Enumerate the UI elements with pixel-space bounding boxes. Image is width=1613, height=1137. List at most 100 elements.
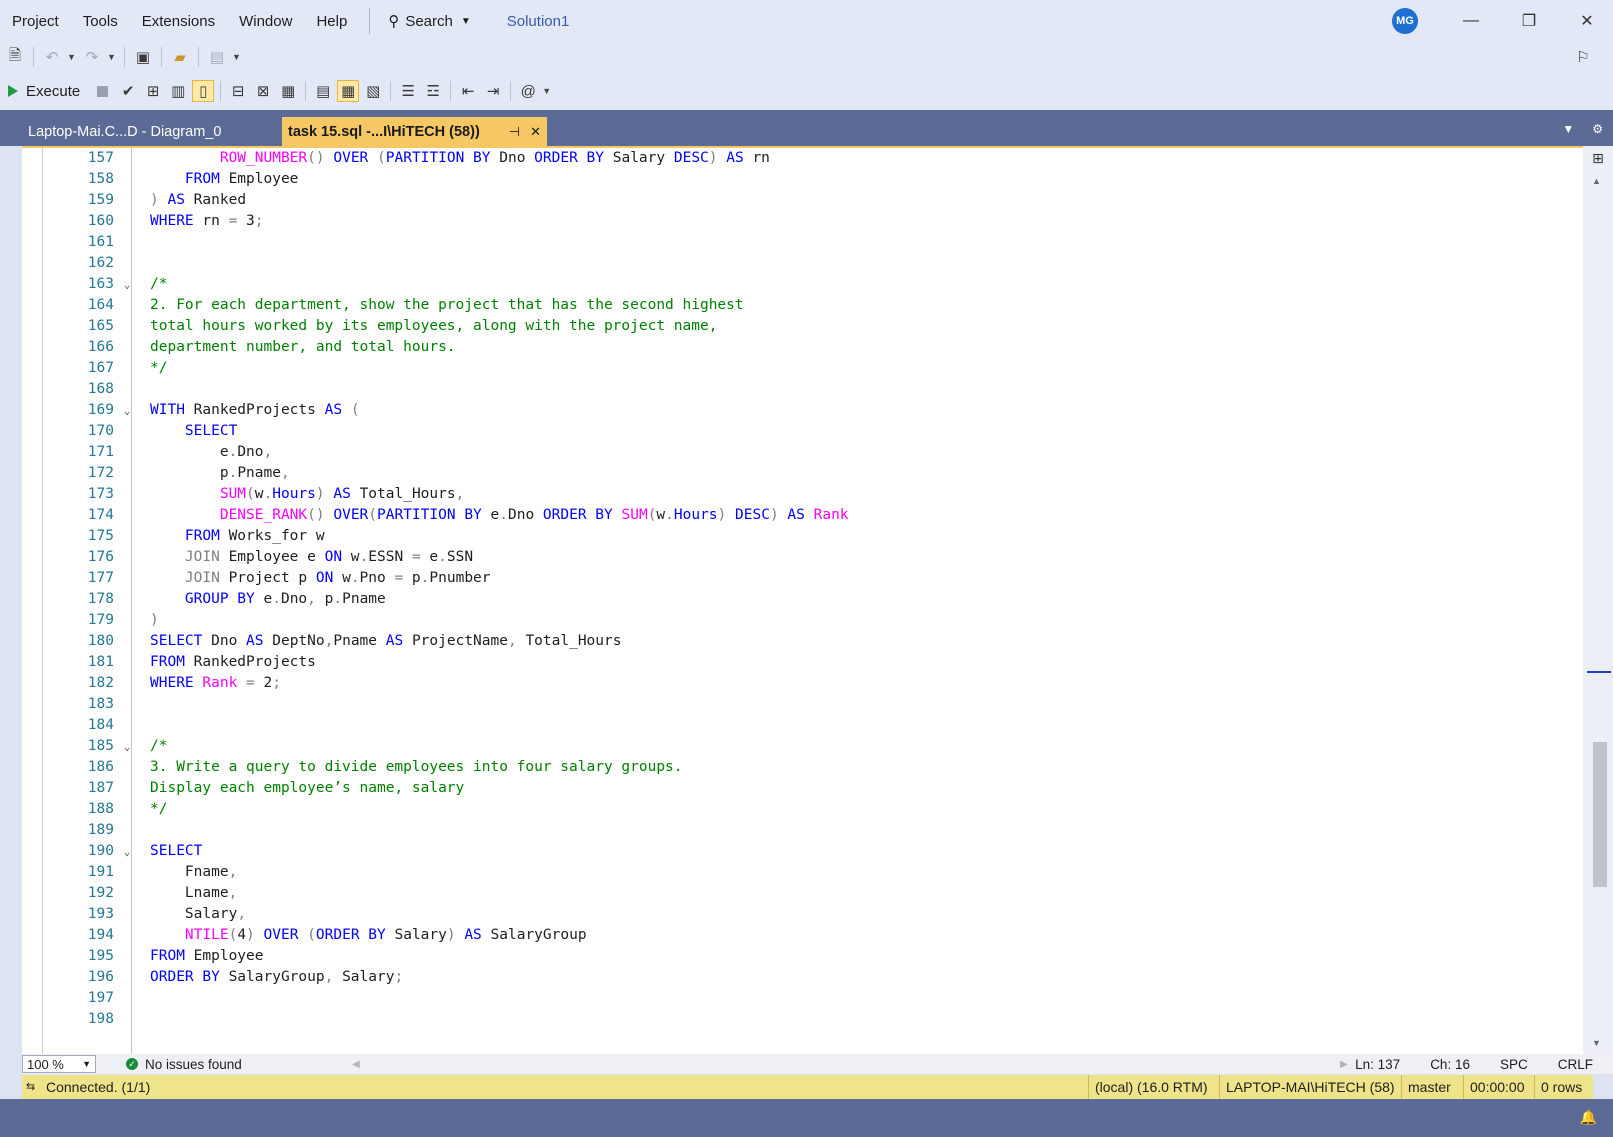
code-line[interactable]: 160 WHERE rn = 3; (22, 211, 1562, 232)
pin-icon[interactable]: ⊣ (509, 124, 520, 139)
parse-check-icon[interactable]: ✔ (117, 80, 139, 102)
code-line[interactable]: 164 2. For each department, show the proj… (22, 295, 1562, 316)
issues-indicator[interactable]: ✓ No issues found (126, 1057, 242, 1072)
code-line[interactable]: 176 JOIN Employee e ON w.ESSN = e.SSN (22, 547, 1562, 568)
code-line[interactable]: 166 department number, and total hours. (22, 337, 1562, 358)
code-line[interactable]: 185 ⌄ /* (22, 736, 1562, 757)
undo-icon[interactable]: ↶ (41, 46, 63, 68)
code-line[interactable]: 167 */ (22, 358, 1562, 379)
code-line[interactable]: 180 SELECT Dno AS DeptNo,Pname AS Project… (22, 631, 1562, 652)
code-line[interactable]: 187 Display each employee’s name, salary (22, 778, 1562, 799)
code-line[interactable]: 191 Fname, (22, 862, 1562, 883)
code-line[interactable]: 157 ROW_NUMBER() OVER (PARTITION BY Dno … (22, 148, 1562, 169)
fold-chevron-icon[interactable]: ⌄ (120, 400, 134, 421)
restore-button[interactable]: ❐ (1500, 0, 1558, 42)
results-to-grid-icon[interactable]: ▦ (337, 80, 360, 102)
query-designer-icon[interactable]: ▥ (167, 80, 189, 102)
line-ending-status[interactable]: CRLF (1558, 1057, 1593, 1072)
fold-chevron-icon[interactable]: ⌄ (120, 274, 134, 295)
client-stats-icon[interactable]: ▦ (277, 80, 299, 102)
undo-dropdown-icon[interactable]: ▼ (67, 52, 77, 62)
uncomment-icon[interactable]: ☲ (422, 80, 444, 102)
code-line[interactable]: 192 Lname, (22, 883, 1562, 904)
comment-icon[interactable]: ☰ (397, 80, 419, 102)
code-line[interactable]: 161 (22, 232, 1562, 253)
query-options-icon[interactable]: ▯ (192, 80, 215, 102)
actual-plan-icon[interactable]: ⊟ (227, 80, 249, 102)
toolbar-options-icon[interactable]: ▼ (232, 52, 242, 62)
code-line[interactable]: 165 total hours worked by its employees, … (22, 316, 1562, 337)
code-line[interactable]: 190 ⌄ SELECT (22, 841, 1562, 862)
code-line[interactable]: 175 FROM Works_for w (22, 526, 1562, 547)
code-line[interactable]: 174 DENSE_RANK() OVER(PARTITION BY e.Dno… (22, 505, 1562, 526)
menu-tools[interactable]: Tools (71, 0, 130, 42)
code-line[interactable]: 186 3. Write a query to divide employees … (22, 757, 1562, 778)
scroll-down-icon[interactable]: ▼ (1592, 1038, 1601, 1048)
new-query-icon[interactable]: 🗎 (4, 46, 26, 68)
fold-chevron-icon[interactable]: ⌄ (120, 736, 134, 757)
code-line[interactable]: 170 SELECT (22, 421, 1562, 442)
tab-task-15-sql[interactable]: task 15.sql -...I\HiTECH (58)) ⊣ ✕ (282, 117, 547, 146)
code-line[interactable]: 168 (22, 379, 1562, 400)
avatar[interactable]: MG (1392, 8, 1418, 34)
split-window-icon[interactable]: ⊞ (1589, 150, 1607, 168)
feedback-icon[interactable]: ⚐ (1572, 46, 1594, 68)
stop-icon[interactable] (97, 85, 109, 97)
code-line[interactable]: 182 WHERE Rank = 2; (22, 673, 1562, 694)
search-button[interactable]: ⚲ Search ▼ (380, 12, 478, 31)
redo-icon[interactable]: ↷ (81, 46, 103, 68)
results-to-text-icon[interactable]: ▤ (312, 80, 334, 102)
gear-icon[interactable]: ⚙ (1592, 122, 1603, 136)
scroll-thumb[interactable] (1593, 742, 1607, 887)
code-line[interactable]: 171 e.Dno, (22, 442, 1562, 463)
open-folder-icon[interactable]: ▰ (169, 46, 191, 68)
code-line[interactable]: 172 p.Pname, (22, 463, 1562, 484)
code-line[interactable]: 158 FROM Employee (22, 169, 1562, 190)
estimated-plan-icon[interactable]: ⊞ (142, 80, 164, 102)
tab-diagram[interactable]: Laptop-Mai.C...D - Diagram_0 (22, 117, 280, 146)
code-line[interactable]: 162 (22, 253, 1562, 274)
zoom-select[interactable]: 100 % ▼ (22, 1055, 96, 1073)
toolbar2-options-icon[interactable]: ▼ (542, 86, 552, 96)
code-line[interactable]: 184 (22, 715, 1562, 736)
tab-close-icon[interactable]: ✕ (530, 124, 541, 139)
code-line[interactable]: 198 (22, 1009, 1562, 1030)
decrease-indent-icon[interactable]: ⇤ (457, 80, 479, 102)
redo-dropdown-icon[interactable]: ▼ (107, 52, 117, 62)
menu-project[interactable]: Project (0, 0, 71, 42)
minimize-button[interactable]: — (1442, 0, 1500, 42)
menu-extensions[interactable]: Extensions (130, 0, 227, 42)
code-line[interactable]: 196 ORDER BY SalaryGroup, Salary; (22, 967, 1562, 988)
code-line[interactable]: 159) AS Ranked (22, 190, 1562, 211)
menu-help[interactable]: Help (304, 0, 359, 42)
code-line[interactable]: 179) (22, 610, 1562, 631)
scroll-left-icon[interactable]: ◀ (352, 1059, 360, 1070)
notification-bell-icon[interactable]: 🔔 (1580, 1109, 1597, 1126)
window-layout-icon[interactable]: ▤ (206, 46, 228, 68)
code-line[interactable]: 195 FROM Employee (22, 946, 1562, 967)
code-editor[interactable]: 157 ROW_NUMBER() OVER (PARTITION BY Dno … (22, 146, 1583, 1054)
code-line[interactable]: 177 JOIN Project p ON w.Pno = p.Pnumber (22, 568, 1562, 589)
code-line[interactable]: 189 (22, 820, 1562, 841)
tab-overflow-icon[interactable]: ▼ (1562, 122, 1574, 136)
scroll-right-icon[interactable]: ▶ (1340, 1059, 1348, 1070)
execute-button[interactable]: Execute (4, 83, 88, 100)
activity-monitor-icon[interactable]: ▣ (132, 46, 154, 68)
close-button[interactable]: ✕ (1558, 0, 1613, 42)
code-line[interactable]: 181 FROM RankedProjects (22, 652, 1562, 673)
vertical-scrollbar[interactable]: ⊞ ▲ ▼ (1583, 146, 1613, 1054)
fold-chevron-icon[interactable]: ⌄ (120, 841, 134, 862)
whitespace-status[interactable]: SPC (1500, 1057, 1528, 1072)
code-line[interactable]: 178 GROUP BY e.Dno, p.Pname (22, 589, 1562, 610)
code-line[interactable]: 193 Salary, (22, 904, 1562, 925)
code-line[interactable]: 197 (22, 988, 1562, 1009)
menu-window[interactable]: Window (227, 0, 304, 42)
live-stats-icon[interactable]: ⊠ (252, 80, 274, 102)
code-line[interactable]: 183 (22, 694, 1562, 715)
code-line[interactable]: 173 SUM(w.Hours) AS Total_Hours, (22, 484, 1562, 505)
code-line[interactable]: 169 ⌄ WITH RankedProjects AS ( (22, 400, 1562, 421)
code-line[interactable]: 194 NTILE(4) OVER (ORDER BY Salary) AS S… (22, 925, 1562, 946)
code-line[interactable]: 188 */ (22, 799, 1562, 820)
increase-indent-icon[interactable]: ⇥ (482, 80, 504, 102)
code-line[interactable]: 163 ⌄ /* (22, 274, 1562, 295)
